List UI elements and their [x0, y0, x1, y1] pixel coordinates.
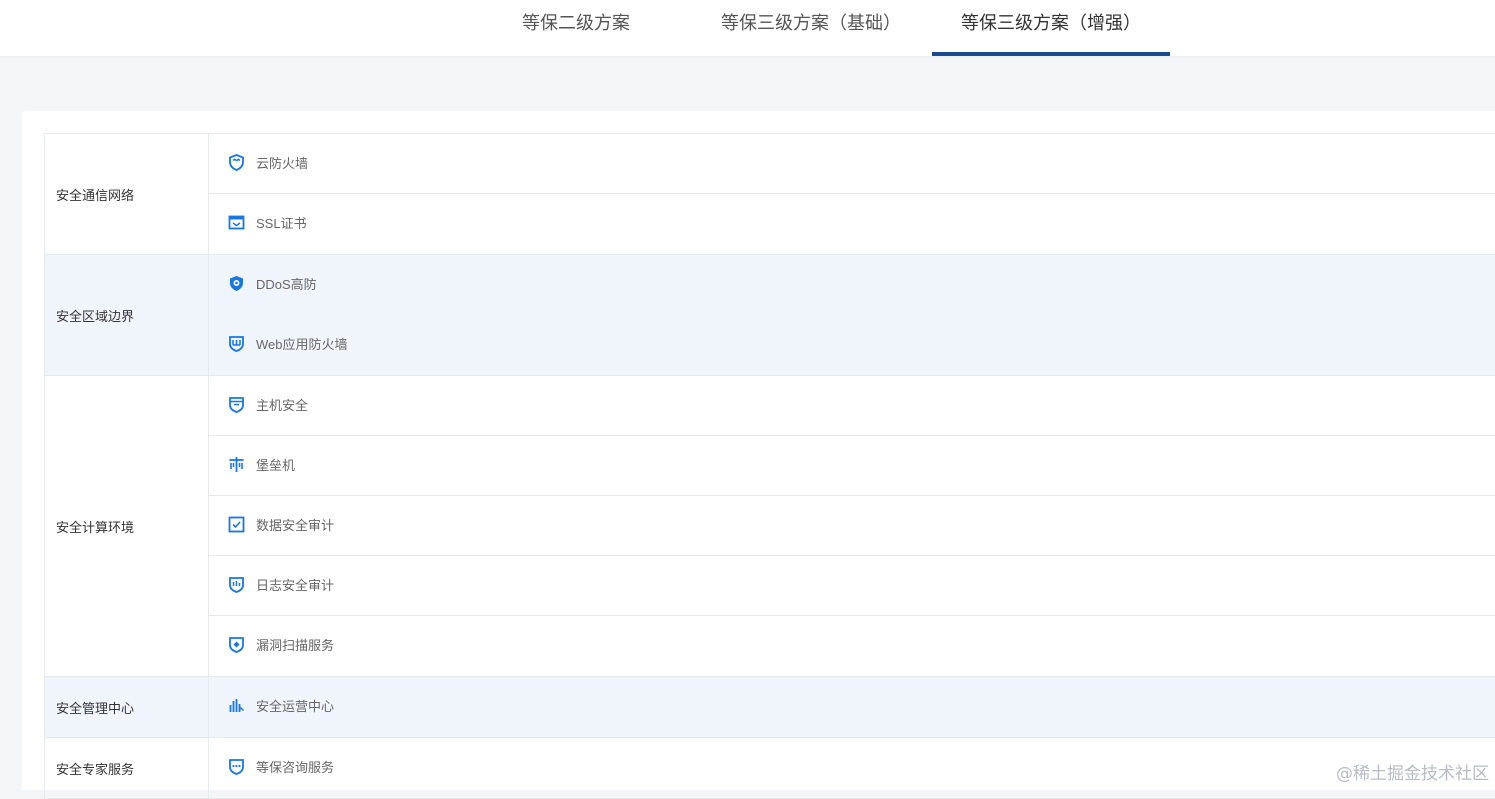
bastion-icon — [228, 456, 245, 473]
ddos-shield-icon — [228, 275, 245, 292]
list-item-vuln-scan[interactable]: 漏洞扫描服务 — [209, 616, 1495, 676]
item-label: 漏洞扫描服务 — [256, 638, 334, 654]
item-label: 数据安全审计 — [256, 518, 334, 534]
list-item-host-security[interactable]: 主机安全 — [209, 376, 1495, 436]
solution-table: 安全通信网络 云防火墙 SSL证书 安全区域边界 — [44, 133, 1495, 799]
item-label: 等保咨询服务 — [256, 760, 334, 776]
group-label: 安全管理中心 — [45, 677, 209, 737]
log-shield-icon — [228, 576, 245, 593]
item-label: SSL证书 — [256, 216, 307, 232]
tab-level3-basic[interactable]: 等保三级方案（基础） — [700, 0, 922, 56]
item-label: 日志安全审计 — [256, 578, 334, 594]
list-item-web-firewall[interactable]: Web应用防火墙 — [209, 315, 1495, 375]
watermark: @稀土掘金技术社区 — [1336, 759, 1489, 784]
item-label: 安全运营中心 — [256, 699, 334, 715]
group-security-management: 安全管理中心 安全运营中心 — [45, 677, 1495, 738]
list-item-soc[interactable]: 安全运营中心 — [209, 677, 1495, 737]
group-label: 安全专家服务 — [45, 738, 209, 798]
waf-shield-icon — [228, 335, 245, 352]
host-shield-icon — [228, 396, 245, 413]
list-item-data-audit[interactable]: 数据安全审计 — [209, 496, 1495, 556]
group-label: 安全区域边界 — [45, 255, 209, 375]
item-label: 主机安全 — [256, 398, 308, 414]
group-secure-computing: 安全计算环境 主机安全 堡垒机 — [45, 376, 1495, 677]
item-label: Web应用防火墙 — [256, 337, 348, 353]
list-item-ssl-certificate[interactable]: SSL证书 — [209, 194, 1495, 254]
list-item-bastion-host[interactable]: 堡垒机 — [209, 436, 1495, 496]
item-label: 堡垒机 — [256, 458, 295, 474]
bar-chart-icon — [228, 697, 245, 714]
list-item-consulting[interactable]: 等保咨询服务 — [209, 738, 1495, 798]
tab-level2[interactable]: 等保二级方案 — [476, 0, 676, 56]
list-item-log-audit[interactable]: 日志安全审计 — [209, 556, 1495, 616]
list-item-cloud-firewall[interactable]: 云防火墙 — [209, 134, 1495, 194]
scan-shield-icon — [228, 636, 245, 653]
list-item-ddos-protection[interactable]: DDoS高防 — [209, 255, 1495, 315]
tab-level3-enhanced[interactable]: 等保三级方案（增强） — [932, 0, 1170, 56]
item-label: 云防火墙 — [256, 156, 308, 172]
certificate-icon — [228, 214, 245, 231]
consult-shield-icon — [228, 758, 245, 775]
checkbox-audit-icon — [228, 516, 245, 533]
group-secure-boundary: 安全区域边界 DDoS高防 Web应用防火墙 — [45, 255, 1495, 376]
item-label: DDoS高防 — [256, 277, 317, 293]
group-label: 安全计算环境 — [45, 376, 209, 676]
firewall-shield-icon — [228, 154, 245, 171]
tab-bar: 等保二级方案 等保三级方案（基础） 等保三级方案（增强） — [0, 0, 1495, 56]
group-secure-network: 安全通信网络 云防火墙 SSL证书 — [45, 134, 1495, 255]
group-label: 安全通信网络 — [45, 134, 209, 254]
